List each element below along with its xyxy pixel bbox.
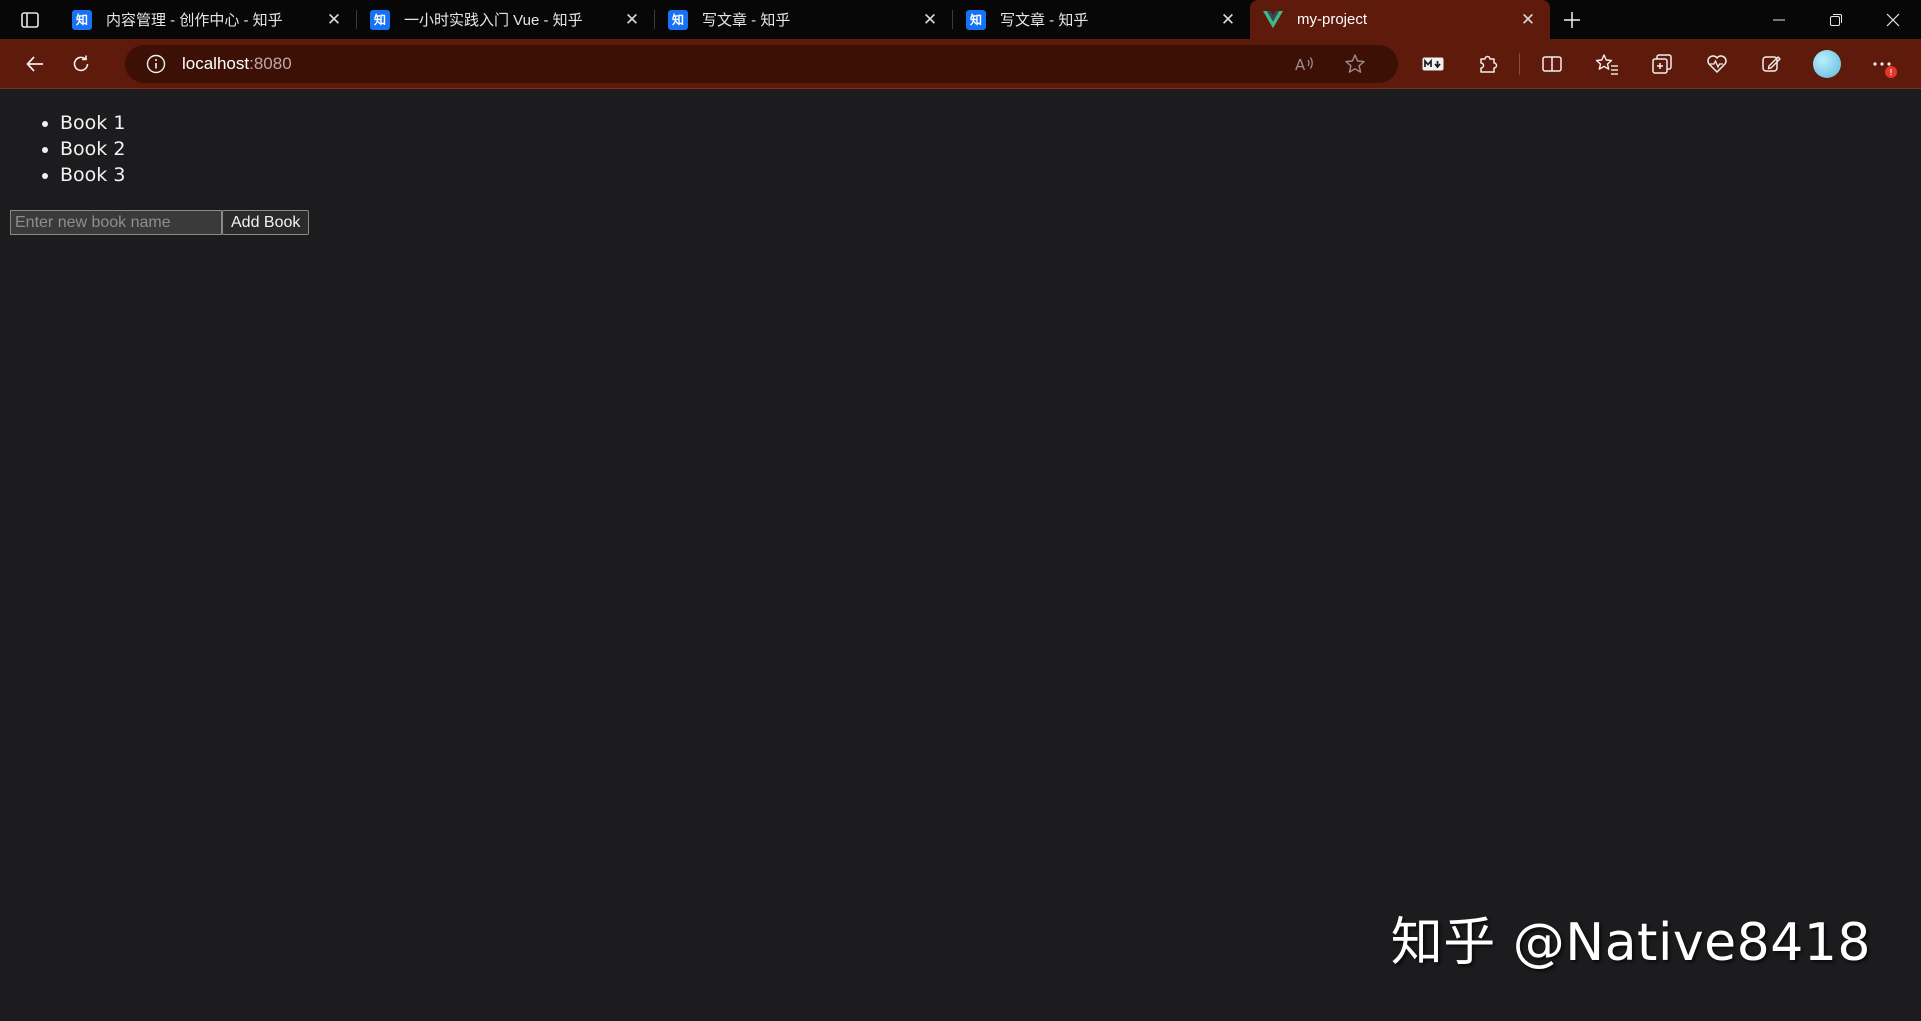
- tab-content-management[interactable]: 知 内容管理 - 创作中心 - 知乎 ✕: [59, 0, 356, 39]
- avatar: [1812, 50, 1841, 78]
- minimize-button[interactable]: [1750, 0, 1807, 39]
- address-bar[interactable]: localhost:8080 A: [125, 45, 1398, 83]
- collections-button[interactable]: [1634, 44, 1689, 84]
- refresh-button[interactable]: [60, 44, 102, 84]
- profile-button[interactable]: [1799, 44, 1854, 84]
- tab-title: 写文章 - 知乎: [1000, 12, 1089, 29]
- close-icon[interactable]: ✕: [622, 10, 642, 30]
- tab-my-project[interactable]: my-project ✕: [1250, 0, 1550, 39]
- extension-toolbar: !: [1405, 45, 1909, 83]
- window-controls: [1750, 0, 1921, 39]
- markdown-extension-button[interactable]: [1405, 44, 1460, 84]
- plus-icon: [1564, 11, 1580, 28]
- collections-icon: [1651, 54, 1672, 74]
- page-content: Book 1 Book 2 Book 3 Add Book 知乎 @Native…: [0, 90, 1921, 1021]
- refresh-icon: [73, 55, 89, 71]
- zhihu-favicon-icon: 知: [72, 9, 92, 30]
- tab-strip: 知 内容管理 - 创作中心 - 知乎 ✕ 知 一小时实践入门 Vue - 知乎 …: [0, 0, 1921, 39]
- puzzle-icon: [1479, 55, 1497, 73]
- tab-title: 写文章 - 知乎: [702, 12, 791, 29]
- extensions-button[interactable]: [1460, 44, 1515, 84]
- favorites-list-icon: [1595, 54, 1618, 75]
- performance-button[interactable]: [1744, 44, 1799, 84]
- markdown-icon: [1422, 57, 1443, 71]
- tab-write-article-2[interactable]: 知 写文章 - 知乎 ✕: [953, 0, 1250, 39]
- notification-badge: !: [1885, 66, 1897, 78]
- browser-essentials-button[interactable]: [1689, 44, 1744, 84]
- close-icon[interactable]: ✕: [1218, 10, 1238, 30]
- back-button[interactable]: [14, 44, 56, 84]
- add-book-button[interactable]: Add Book: [222, 210, 310, 235]
- url-host: localhost: [182, 54, 250, 73]
- read-aloud-button[interactable]: A: [1280, 44, 1330, 84]
- zhihu-favicon-icon: 知: [668, 9, 688, 30]
- close-icon[interactable]: ✕: [920, 10, 940, 30]
- url-port: :8080: [249, 54, 292, 73]
- list-item: Book 1: [60, 110, 125, 136]
- edit-check-icon: [1761, 56, 1781, 72]
- star-icon: [1345, 54, 1365, 73]
- favorite-button[interactable]: [1330, 44, 1380, 84]
- zhihu-favicon-icon: 知: [370, 9, 390, 30]
- heart-pulse-icon: [1706, 55, 1727, 73]
- toolbar-divider: [1519, 53, 1520, 75]
- tab-actions-icon: [20, 11, 39, 28]
- zhihu-favicon-icon: 知: [966, 9, 986, 30]
- vue-logo-icon: [1263, 10, 1283, 28]
- favorites-button[interactable]: [1579, 44, 1634, 84]
- tab-title: 内容管理 - 创作中心 - 知乎: [106, 12, 283, 29]
- restore-button[interactable]: [1807, 0, 1864, 39]
- tab-write-article-1[interactable]: 知 写文章 - 知乎 ✕: [655, 0, 952, 39]
- book-list: Book 1 Book 2 Book 3: [60, 110, 125, 188]
- url-text[interactable]: localhost:8080: [182, 54, 292, 74]
- new-tab-button[interactable]: [1550, 0, 1594, 39]
- split-screen-button[interactable]: [1524, 44, 1579, 84]
- close-icon[interactable]: ✕: [1518, 10, 1538, 30]
- site-info-icon[interactable]: [145, 53, 167, 75]
- settings-more-button[interactable]: !: [1854, 44, 1909, 84]
- add-book-form: Add Book: [10, 210, 310, 235]
- browser-toolbar: localhost:8080 A !: [0, 39, 1921, 89]
- close-window-button[interactable]: [1864, 0, 1921, 39]
- minimize-icon: [1772, 19, 1785, 20]
- read-aloud-icon: A: [1295, 56, 1313, 74]
- book-name-input[interactable]: [10, 210, 222, 235]
- list-item: Book 2: [60, 136, 125, 162]
- tab-vue-intro[interactable]: 知 一小时实践入门 Vue - 知乎 ✕: [357, 0, 654, 39]
- restore-icon: [1829, 13, 1842, 26]
- close-icon[interactable]: ✕: [324, 10, 344, 30]
- svg-text:A: A: [1295, 56, 1306, 74]
- tab-title: my-project: [1297, 11, 1368, 28]
- tab-title: 一小时实践入门 Vue - 知乎: [404, 12, 583, 29]
- list-item: Book 3: [60, 162, 125, 188]
- watermark: 知乎 @Native8418: [1390, 913, 1871, 973]
- split-screen-icon: [1541, 56, 1562, 72]
- tab-actions-button[interactable]: [0, 0, 59, 39]
- back-arrow-icon: [26, 55, 43, 72]
- close-window-icon: [1886, 13, 1899, 26]
